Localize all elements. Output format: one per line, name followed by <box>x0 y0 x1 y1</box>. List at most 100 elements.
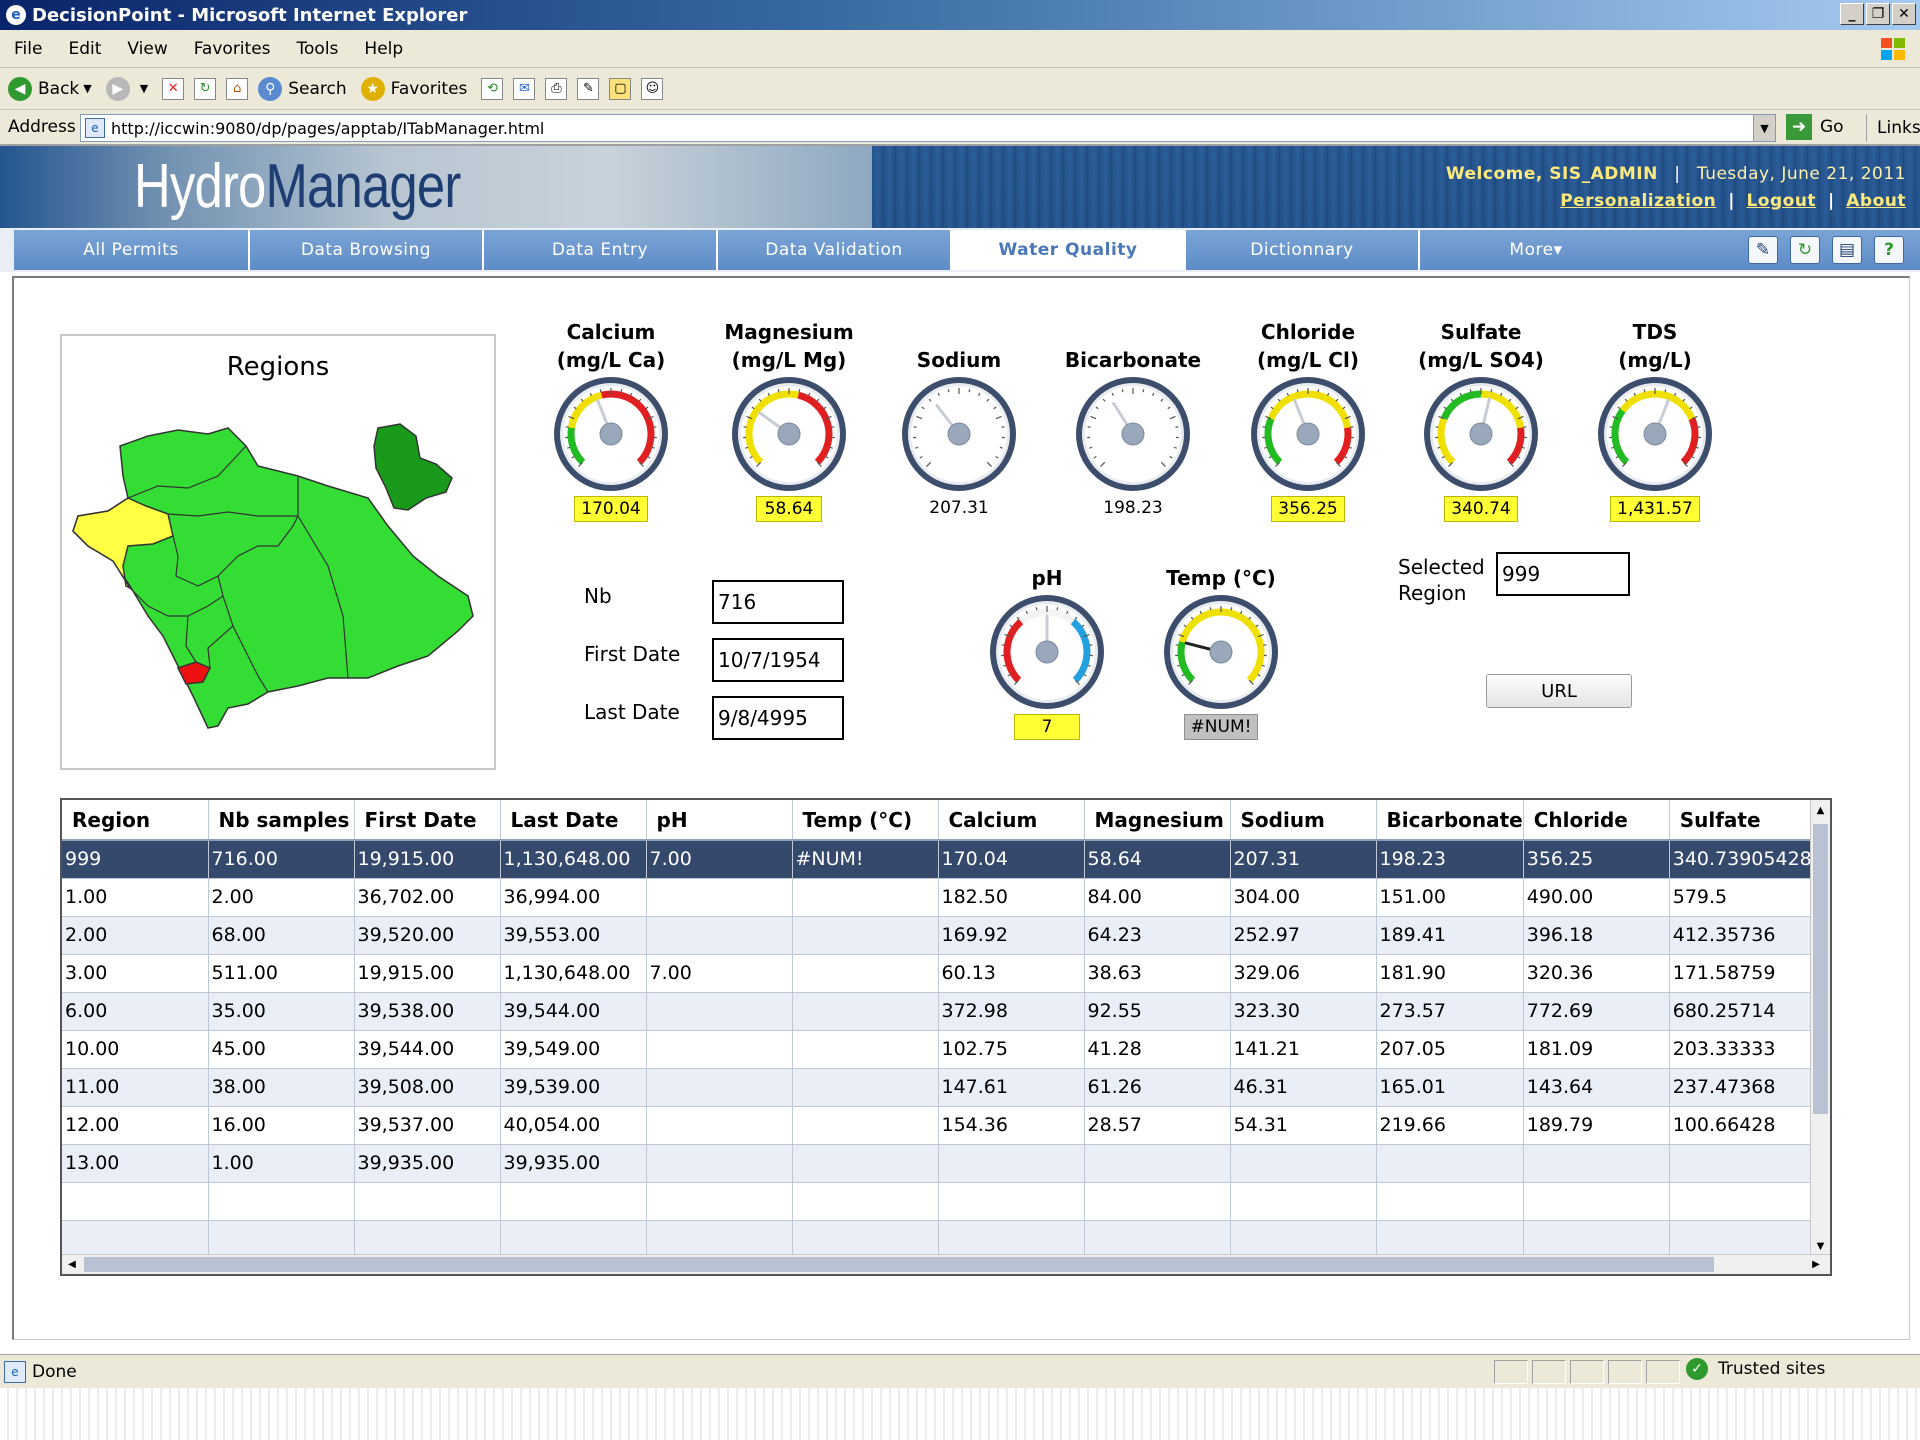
security-zone[interactable]: ✓ Trusted sites <box>1686 1358 1825 1380</box>
edit-icon[interactable]: ✎ <box>577 77 600 100</box>
search-button[interactable]: ⚲ Search <box>258 76 347 101</box>
table-cell[interactable]: 10.00 <box>62 1030 209 1069</box>
table-row[interactable]: 11.00 38.00 39,508.00 39,539.00 147.61 61.26 4… <box>62 1068 1816 1107</box>
table-cell[interactable]: 28.57 <box>1084 1106 1231 1145</box>
mail-icon[interactable]: ✉ <box>513 77 536 100</box>
minimize-icon[interactable]: _ <box>1840 3 1864 25</box>
table-cell[interactable]: 237.47368 <box>1669 1068 1816 1107</box>
table-cell[interactable]: 189.79 <box>1523 1106 1670 1145</box>
table-cell[interactable]: 151.00 <box>1376 878 1524 917</box>
table-cell[interactable] <box>646 878 793 917</box>
table-cell[interactable] <box>500 1220 647 1259</box>
table-cell[interactable]: 1.00 <box>62 878 209 917</box>
regions-map[interactable] <box>68 416 492 746</box>
table-cell[interactable]: 38.00 <box>208 1068 355 1107</box>
table-cell[interactable]: 92.55 <box>1084 992 1231 1031</box>
table-cell[interactable] <box>646 916 793 955</box>
table-cell[interactable]: 64.23 <box>1084 916 1231 955</box>
column-header[interactable]: Chloride <box>1523 800 1670 841</box>
table-cell[interactable] <box>792 1144 939 1183</box>
table-row[interactable]: 1.00 2.00 36,702.00 36,994.00 182.50 84.00 304… <box>62 878 1816 917</box>
table-cell[interactable]: 1,130,648.00 <box>500 840 647 879</box>
scroll-up-icon[interactable]: ▲ <box>1811 800 1830 820</box>
table-cell[interactable]: 171.58759 <box>1669 954 1816 993</box>
nb-input[interactable] <box>712 580 844 624</box>
table-cell[interactable]: 372.98 <box>938 992 1085 1031</box>
table-cell[interactable]: 252.97 <box>1230 916 1377 955</box>
table-cell[interactable]: 60.13 <box>938 954 1085 993</box>
history-icon[interactable]: ⟲ <box>481 77 504 100</box>
links-button[interactable]: Links <box>1866 114 1920 142</box>
table-cell[interactable]: 7.00 <box>646 840 793 879</box>
table-cell[interactable]: 511.00 <box>208 954 355 993</box>
table-cell[interactable]: 54.31 <box>1230 1106 1377 1145</box>
logout-link[interactable]: Logout <box>1746 191 1816 211</box>
table-cell[interactable] <box>1230 1182 1377 1221</box>
table-cell[interactable]: 39,935.00 <box>500 1144 647 1183</box>
column-header[interactable]: Magnesium <box>1084 800 1231 841</box>
table-cell[interactable]: 329.06 <box>1230 954 1377 993</box>
table-cell[interactable]: 41.28 <box>1084 1030 1231 1069</box>
column-header[interactable]: Nb samples <box>208 800 355 841</box>
table-cell[interactable]: 396.18 <box>1523 916 1670 955</box>
table-cell[interactable] <box>646 1144 793 1183</box>
about-link[interactable]: About <box>1846 191 1906 211</box>
table-cell[interactable]: 100.66428 <box>1669 1106 1816 1145</box>
table-cell[interactable]: 356.25 <box>1523 840 1670 879</box>
column-header[interactable]: First Date <box>354 800 501 841</box>
table-cell[interactable]: 154.36 <box>938 1106 1085 1145</box>
table-cell[interactable] <box>1669 1220 1816 1259</box>
back-dropdown-icon[interactable]: ▼ <box>83 82 91 95</box>
table-cell[interactable]: 84.00 <box>1084 878 1231 917</box>
table-cell[interactable]: 7.00 <box>646 954 793 993</box>
table-row[interactable]: 6.00 35.00 39,538.00 39,544.00 372.98 92.55 32… <box>62 992 1816 1031</box>
table-cell[interactable]: 61.26 <box>1084 1068 1231 1107</box>
table-cell[interactable]: 304.00 <box>1230 878 1377 917</box>
menu-view[interactable]: View <box>127 39 167 59</box>
table-row[interactable]: 999 716.00 19,915.00 1,130,648.00 7.00 #NUM! 1… <box>62 840 1816 879</box>
table-cell[interactable]: 170.04 <box>938 840 1085 879</box>
table-cell[interactable] <box>1669 1182 1816 1221</box>
table-cell[interactable] <box>792 954 939 993</box>
table-cell[interactable]: 273.57 <box>1376 992 1524 1031</box>
table-row[interactable]: 2.00 68.00 39,520.00 39,553.00 169.92 64.23 25… <box>62 916 1816 955</box>
table-cell[interactable]: 39,544.00 <box>354 1030 501 1069</box>
go-button[interactable]: ➜ Go <box>1786 114 1844 140</box>
table-cell[interactable] <box>646 1220 793 1259</box>
table-row[interactable]: 3.00 511.00 19,915.00 1,130,648.00 7.00 60.13… <box>62 954 1816 993</box>
print-icon[interactable]: ⎙ <box>545 77 568 100</box>
table-cell[interactable]: 36,994.00 <box>500 878 647 917</box>
table-cell[interactable]: 38.63 <box>1084 954 1231 993</box>
table-cell[interactable] <box>354 1220 501 1259</box>
url-button[interactable]: URL <box>1486 674 1632 708</box>
vertical-scroll-thumb[interactable] <box>1813 824 1828 1114</box>
table-cell[interactable]: 320.36 <box>1523 954 1670 993</box>
edit-page-icon[interactable]: ✎ <box>1748 236 1778 264</box>
column-header[interactable]: Temp (°C) <box>792 800 939 841</box>
table-cell[interactable]: 39,520.00 <box>354 916 501 955</box>
home-icon[interactable]: ⌂ <box>226 77 249 100</box>
tab-all-permits[interactable]: All Permits <box>14 230 250 270</box>
table-cell[interactable] <box>646 1030 793 1069</box>
table-cell[interactable]: 412.35736 <box>1669 916 1816 955</box>
table-cell[interactable]: 3.00 <box>62 954 209 993</box>
first-date-input[interactable] <box>712 638 844 682</box>
table-cell[interactable] <box>792 992 939 1031</box>
address-input[interactable]: e http://iccwin:9080/dp/pages/apptab/ITa… <box>80 114 1776 142</box>
table-cell[interactable]: 207.05 <box>1376 1030 1524 1069</box>
refresh-icon[interactable]: ↻ <box>194 77 217 100</box>
tab-more[interactable]: More▾ <box>1420 230 1654 270</box>
last-date-input[interactable] <box>712 696 844 740</box>
table-cell[interactable]: 39,538.00 <box>354 992 501 1031</box>
table-cell[interactable] <box>1230 1144 1377 1183</box>
table-cell[interactable]: 68.00 <box>208 916 355 955</box>
scroll-left-icon[interactable]: ◀ <box>62 1255 82 1274</box>
menu-favorites[interactable]: Favorites <box>194 39 271 59</box>
menu-help[interactable]: Help <box>364 39 403 59</box>
table-cell[interactable] <box>792 916 939 955</box>
table-cell[interactable] <box>1376 1220 1524 1259</box>
table-cell[interactable] <box>646 1182 793 1221</box>
table-cell[interactable]: 181.90 <box>1376 954 1524 993</box>
region-islands-dark[interactable] <box>373 423 453 511</box>
tab-water-quality[interactable]: Water Quality <box>952 230 1186 270</box>
